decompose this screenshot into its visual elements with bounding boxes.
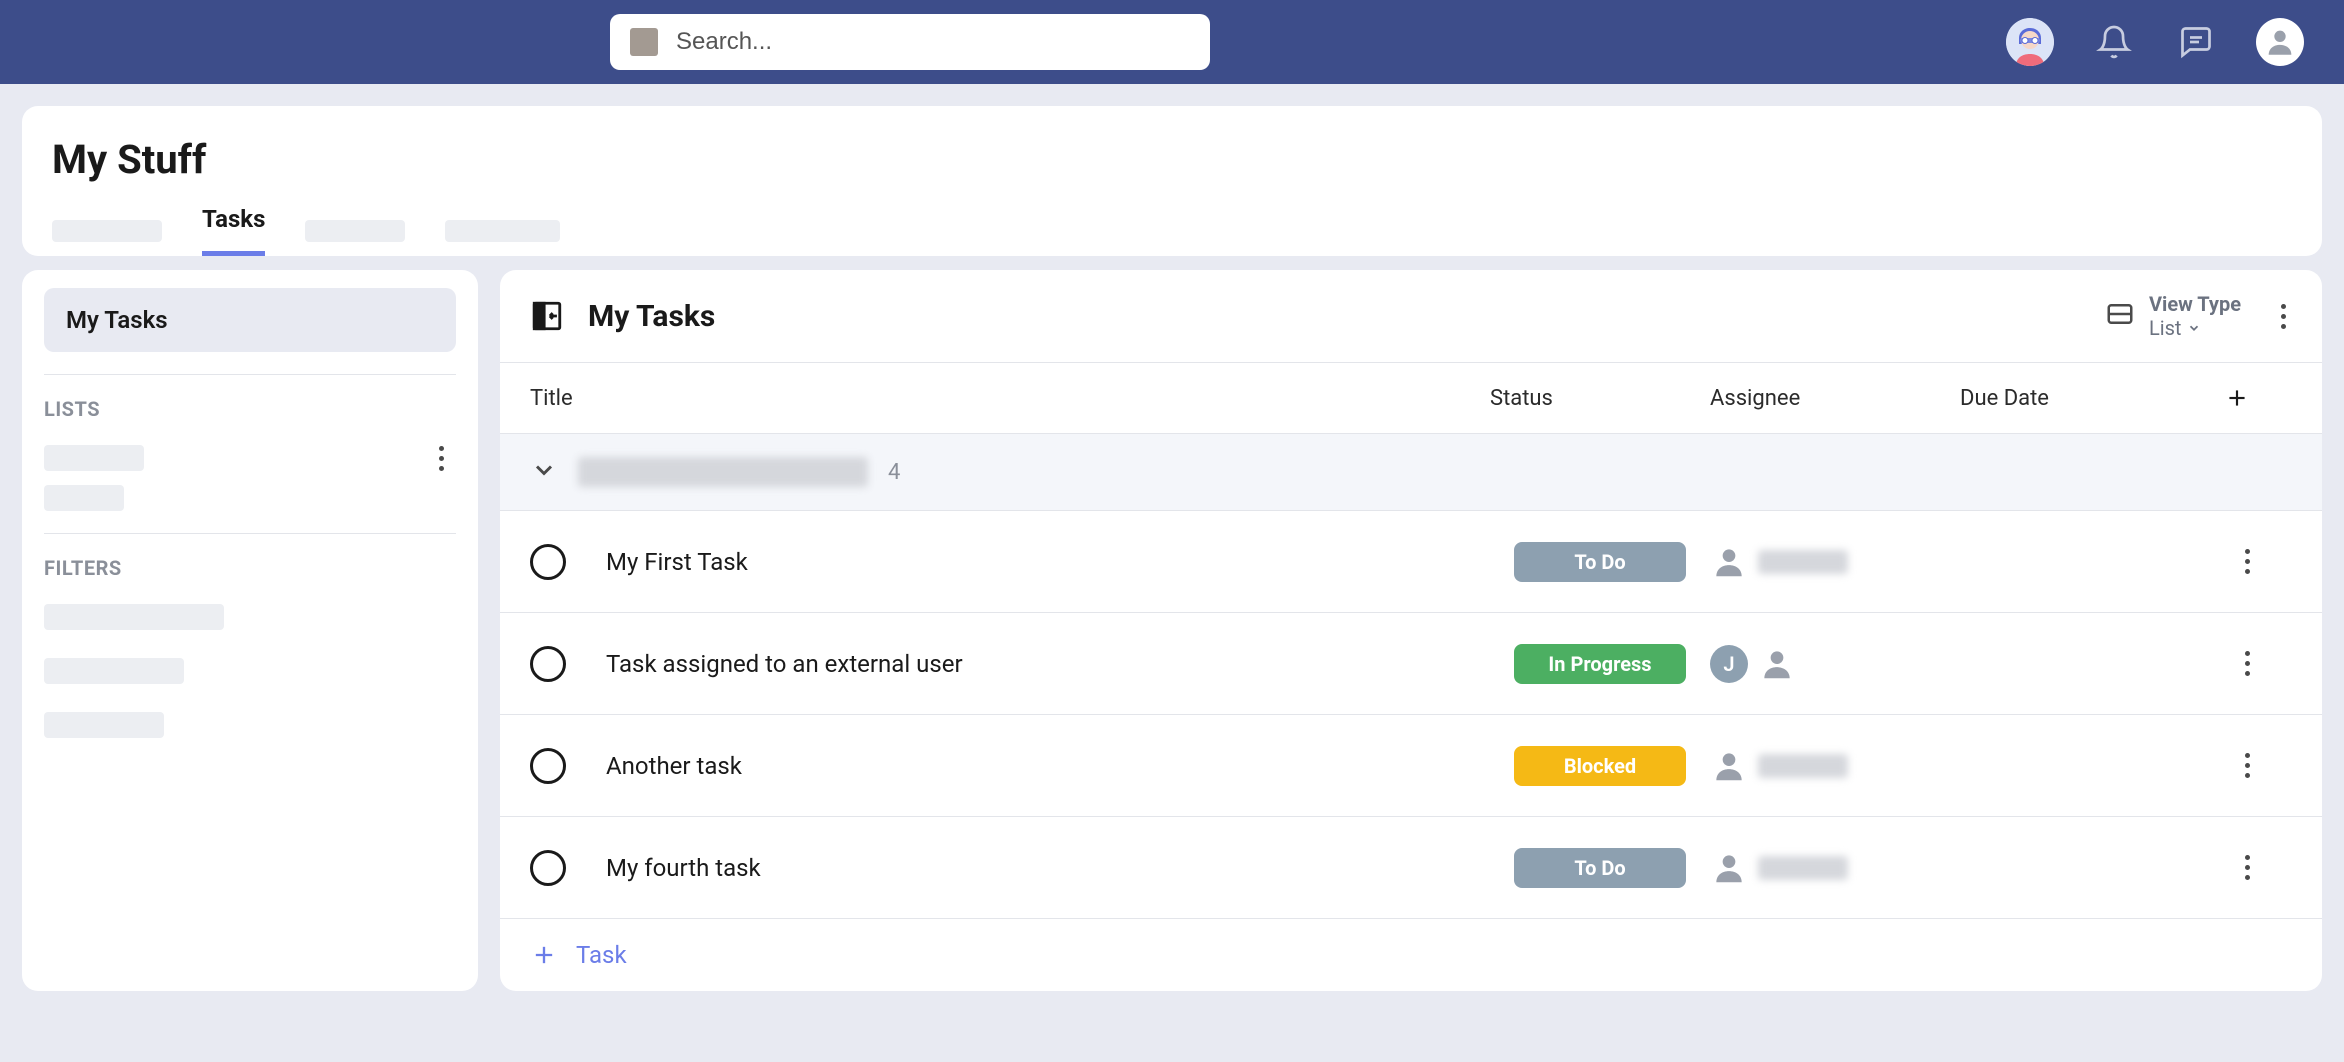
list-view-icon	[2105, 299, 2135, 333]
task-row[interactable]: My fourth task To Do	[500, 817, 2322, 919]
top-navbar	[0, 0, 2344, 84]
divider	[44, 533, 456, 534]
tab-placeholder[interactable]	[445, 220, 560, 242]
assignee-cell[interactable]	[1710, 543, 1960, 581]
column-header-status[interactable]: Status	[1490, 386, 1710, 411]
left-sidebar: My Tasks LISTS FILTERS	[22, 270, 478, 991]
tab-placeholder[interactable]	[52, 220, 162, 242]
column-header-due-date[interactable]: Due Date	[1960, 386, 2190, 411]
table-header: Title Status Assignee Due Date	[500, 363, 2322, 433]
task-title[interactable]: My fourth task	[606, 854, 1490, 882]
sidebar-item-my-tasks[interactable]: My Tasks	[44, 288, 456, 352]
status-badge[interactable]: In Progress	[1514, 644, 1686, 684]
tab-placeholder[interactable]	[305, 220, 405, 242]
assignee-name-redacted	[1758, 754, 1848, 778]
status-badge[interactable]: Blocked	[1514, 746, 1686, 786]
task-title[interactable]: Another task	[606, 752, 1490, 780]
assignee-cell[interactable]	[1710, 849, 1960, 887]
task-complete-checkbox[interactable]	[530, 646, 566, 682]
search-container[interactable]	[610, 14, 1210, 70]
sidebar-list-item[interactable]	[44, 445, 144, 471]
tab-tasks[interactable]: Tasks	[202, 205, 265, 256]
view-type-selector[interactable]: View Type List	[2105, 292, 2241, 340]
tabs: Tasks	[22, 205, 2322, 256]
assignee-avatar[interactable]: J	[1710, 645, 1748, 683]
sidebar-filter-item[interactable]	[44, 658, 184, 684]
more-icon[interactable]	[2275, 304, 2292, 329]
task-group-row[interactable]: 4	[500, 433, 2322, 511]
task-row[interactable]: Another task Blocked	[500, 715, 2322, 817]
add-task-label: Task	[576, 941, 627, 969]
nav-icons	[2006, 18, 2304, 66]
task-complete-checkbox[interactable]	[530, 850, 566, 886]
group-count: 4	[888, 460, 900, 485]
task-row[interactable]: My First Task To Do	[500, 511, 2322, 613]
view-type-value: List	[2149, 316, 2182, 340]
page-header-card: My Stuff Tasks	[22, 106, 2322, 256]
page-title: My Stuff	[22, 136, 2322, 205]
search-input[interactable]	[676, 28, 1190, 56]
notifications-icon[interactable]	[2092, 20, 2136, 64]
main-columns: My Tasks LISTS FILTERS	[22, 270, 2322, 991]
more-icon[interactable]	[2190, 753, 2250, 778]
sidebar-list-item[interactable]	[44, 485, 124, 511]
sidebar-heading-lists: LISTS	[44, 397, 456, 421]
plus-icon	[530, 941, 558, 969]
chevron-down-icon	[2187, 321, 2201, 335]
view-type-label: View Type	[2149, 292, 2241, 316]
task-complete-checkbox[interactable]	[530, 748, 566, 784]
column-header-title[interactable]: Title	[530, 386, 1490, 411]
add-column-icon[interactable]	[2190, 385, 2250, 411]
assignee-name-redacted	[1758, 550, 1848, 574]
divider	[44, 374, 456, 375]
app-logo-square	[630, 28, 658, 56]
assignee-cell[interactable]: J	[1710, 645, 1960, 683]
profile-avatar-icon[interactable]	[2256, 18, 2304, 66]
add-task-button[interactable]: Task	[500, 919, 2322, 991]
group-name-redacted	[578, 457, 868, 487]
content-panel: My Tasks View Type List	[500, 270, 2322, 991]
assignee-cell[interactable]	[1710, 747, 1960, 785]
sidebar-filter-item[interactable]	[44, 712, 164, 738]
content-title: My Tasks	[588, 299, 2105, 334]
assignee-avatar[interactable]	[1710, 543, 1748, 581]
sidebar-heading-filters: FILTERS	[44, 556, 456, 580]
messages-icon[interactable]	[2174, 20, 2218, 64]
more-icon[interactable]	[2190, 549, 2250, 574]
assistant-avatar-icon[interactable]	[2006, 18, 2054, 66]
more-icon[interactable]	[426, 446, 456, 471]
collapse-panel-icon[interactable]	[530, 299, 564, 333]
chevron-down-icon[interactable]	[530, 456, 558, 488]
assignee-avatar[interactable]	[1710, 747, 1748, 785]
assignee-name-redacted	[1758, 856, 1848, 880]
sidebar-list-row	[44, 445, 456, 471]
more-icon[interactable]	[2190, 855, 2250, 880]
sidebar-filter-item[interactable]	[44, 604, 224, 630]
more-icon[interactable]	[2190, 651, 2250, 676]
content-header: My Tasks View Type List	[500, 270, 2322, 363]
column-header-assignee[interactable]: Assignee	[1710, 386, 1960, 411]
assignee-avatar[interactable]	[1710, 849, 1748, 887]
status-badge[interactable]: To Do	[1514, 848, 1686, 888]
task-row[interactable]: Task assigned to an external user In Prog…	[500, 613, 2322, 715]
task-complete-checkbox[interactable]	[530, 544, 566, 580]
task-title[interactable]: My First Task	[606, 548, 1490, 576]
status-badge[interactable]: To Do	[1514, 542, 1686, 582]
sidebar-list-row	[44, 485, 456, 511]
task-title[interactable]: Task assigned to an external user	[606, 650, 1490, 678]
assignee-avatar[interactable]	[1758, 645, 1796, 683]
